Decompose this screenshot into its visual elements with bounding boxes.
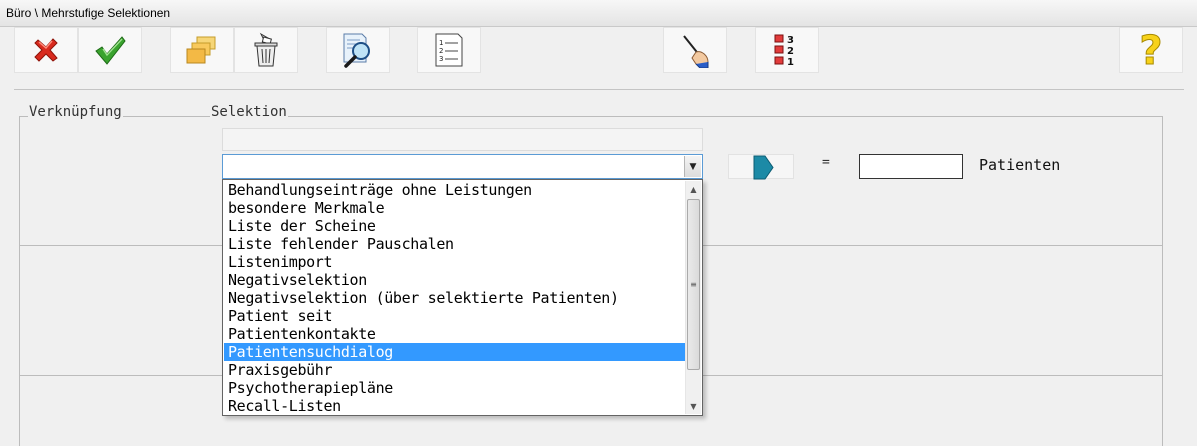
priority-number: 2	[787, 46, 794, 57]
list-item[interactable]: Behandlungseinträge ohne Leistungen	[224, 181, 686, 199]
scroll-thumb[interactable]: ≡	[687, 199, 700, 370]
list-number: 3	[439, 55, 443, 63]
run-selection-button[interactable]	[728, 154, 794, 180]
list-item[interactable]: Liste fehlender Pauschalen	[224, 235, 686, 253]
priority-321-icon: 3 2 1	[774, 34, 794, 68]
folders-button[interactable]	[170, 27, 234, 73]
magnifier-document-icon	[343, 33, 370, 68]
toolbar-separator	[14, 89, 1184, 90]
question-mark-icon: ?	[1139, 31, 1163, 69]
priority-number: 3	[787, 35, 794, 46]
cancel-button[interactable]	[14, 27, 78, 73]
help-button[interactable]: ?	[1119, 27, 1183, 73]
help-glyph: ?	[1139, 31, 1162, 69]
list-item[interactable]: besondere Merkmale	[224, 199, 686, 217]
list-item-highlighted[interactable]: Patientensuchdialog	[224, 343, 686, 361]
option-list: Behandlungseinträge ohne Leistungen beso…	[224, 181, 686, 415]
list-number: 1	[439, 39, 443, 47]
list-item[interactable]: Psychotherapiepläne	[224, 379, 686, 397]
stacked-folders-icon	[186, 36, 216, 64]
priority-number: 1	[787, 57, 794, 68]
list-number: 2	[439, 47, 443, 55]
previous-selection-field	[222, 128, 703, 151]
dropdown-button[interactable]: ▼	[684, 156, 701, 177]
list-item[interactable]: Praxisgebühr	[224, 361, 686, 379]
patients-label: Patienten	[979, 156, 1061, 174]
list-button[interactable]: 1 2 3	[417, 27, 481, 73]
list-item[interactable]: Patient seit	[224, 307, 686, 325]
selection-combobox[interactable]: ▼	[222, 154, 703, 179]
list-item[interactable]: Negativselektion	[224, 271, 686, 289]
equals-sign: =	[822, 155, 830, 170]
trash-button[interactable]	[234, 27, 298, 73]
list-item[interactable]: Negativselektion (über selektierte Patie…	[224, 289, 686, 307]
selection-column-label: Selektion	[210, 104, 288, 120]
edit-button[interactable]	[663, 27, 727, 73]
green-check-icon	[95, 36, 126, 65]
selection-dropdown-list[interactable]: Behandlungseinträge ohne Leistungen beso…	[222, 179, 703, 416]
window-title: Büro \ Mehrstufige Selektionen	[6, 6, 171, 20]
writing-hand-icon	[683, 35, 709, 68]
patient-count-field	[859, 154, 963, 179]
numbered-list-icon: 1 2 3	[435, 33, 463, 67]
scroll-down-icon[interactable]: ▼	[686, 398, 701, 414]
ok-button[interactable]	[78, 27, 142, 73]
scroll-up-icon[interactable]: ▲	[686, 181, 701, 197]
priority-button[interactable]: 3 2 1	[755, 27, 819, 73]
list-item[interactable]: Patientenkontakte	[224, 325, 686, 343]
search-button[interactable]	[326, 27, 390, 73]
title-bar: Büro \ Mehrstufige Selektionen	[0, 0, 1197, 27]
list-item[interactable]: Listenimport	[224, 253, 686, 271]
list-item[interactable]: Recall-Listen	[224, 397, 686, 415]
list-item[interactable]: Liste der Scheine	[224, 217, 686, 235]
trash-can-icon	[254, 32, 278, 67]
chevron-down-icon: ▼	[689, 161, 697, 172]
link-column-label: Verknüpfung	[28, 104, 123, 120]
list-scrollbar[interactable]: ▲ ≡ ▼	[685, 181, 701, 414]
red-x-icon	[34, 38, 58, 62]
arrow-right-icon	[753, 155, 774, 180]
